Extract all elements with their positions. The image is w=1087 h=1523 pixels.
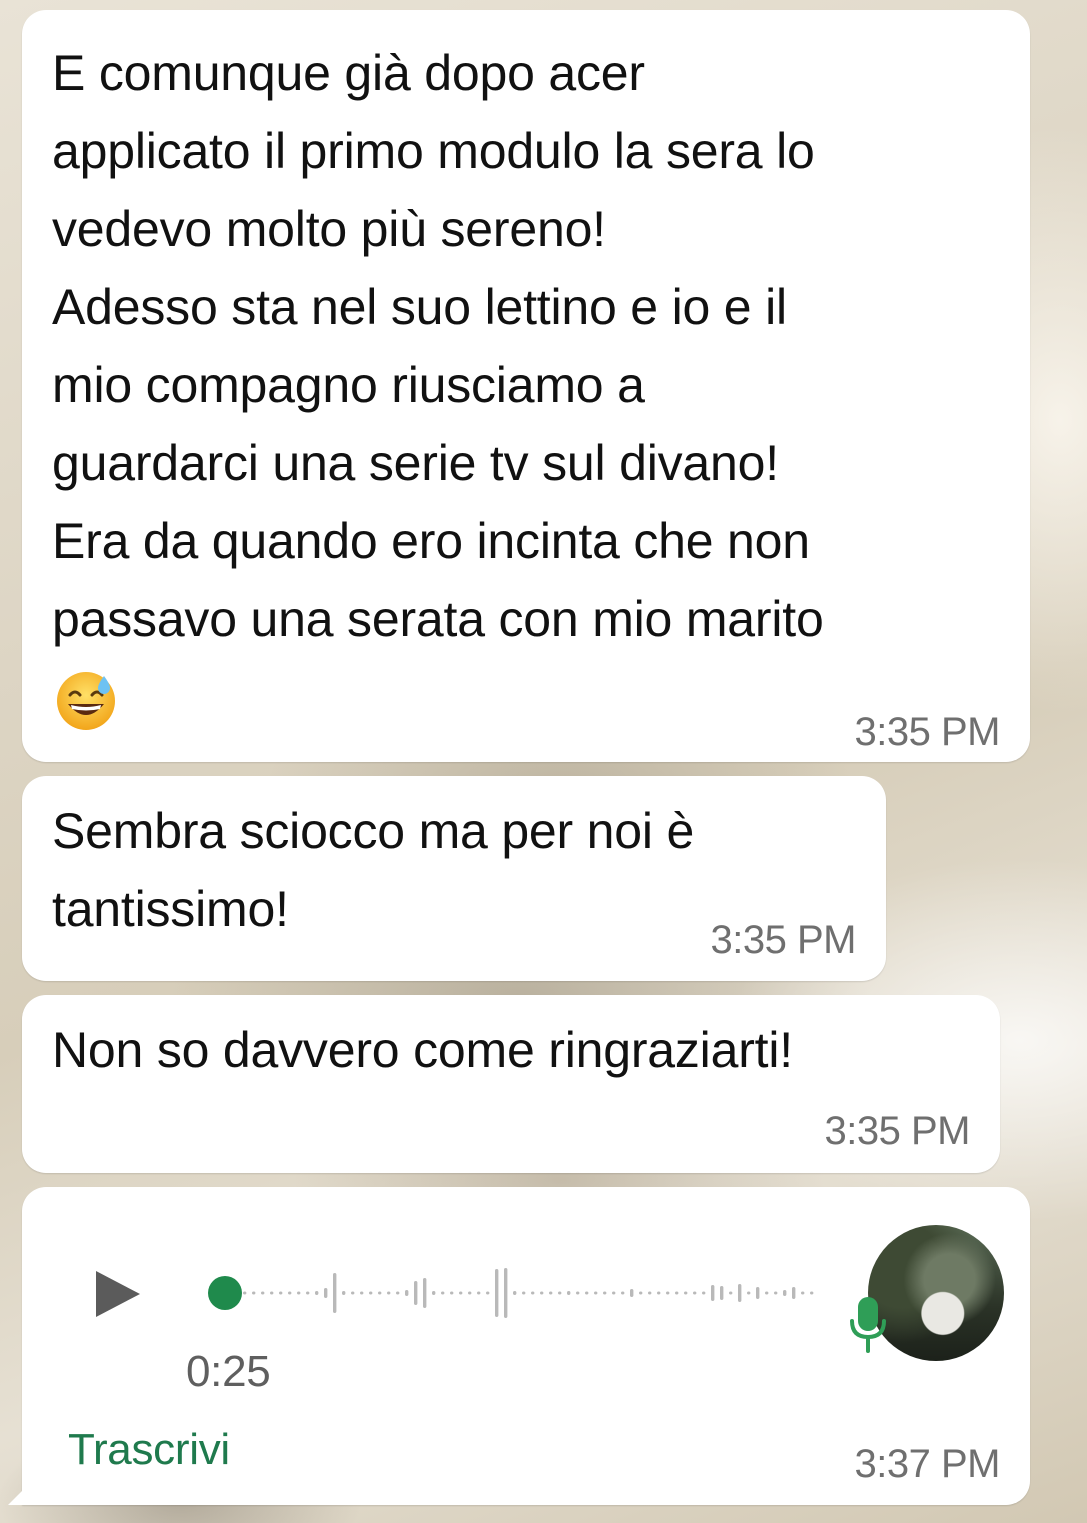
waveform-bar [720,1286,724,1300]
waveform-bar [792,1287,796,1299]
message-bubble-1[interactable]: E comunque già dopo acer applicato il pr… [22,10,1030,762]
waveform-slider[interactable] [182,1263,822,1323]
waveform-bar [243,1291,247,1295]
waveform-bar [666,1291,670,1295]
waveform-bar [702,1291,706,1295]
bubble-tail [8,1483,30,1505]
waveform-bar [513,1291,517,1295]
waveform-bar [567,1291,571,1295]
waveform-bar [774,1291,778,1295]
waveform-bar [729,1291,733,1295]
waveform-bar [684,1291,688,1295]
voice-duration: 0:25 [186,1347,271,1396]
waveform-bar [738,1284,742,1302]
waveform-bar [333,1273,337,1313]
waveform-bar [585,1291,589,1295]
waveform-bar [648,1291,652,1295]
waveform-bar [765,1291,769,1295]
waveform-bar [378,1291,382,1295]
waveform-bar [297,1291,301,1295]
avatar[interactable] [868,1225,1004,1361]
waveform-bar [630,1289,634,1297]
waveform-bar [621,1291,625,1295]
waveform-bar [477,1291,481,1295]
waveform-bar [504,1268,508,1318]
waveform-bar [657,1291,661,1295]
waveform-bar [612,1291,616,1295]
waveform-bar [270,1291,274,1295]
waveform-bar [486,1291,490,1295]
waveform-bar [369,1291,373,1295]
waveform-bar [603,1291,607,1295]
transcribe-button[interactable]: Trascrivi [68,1425,230,1475]
waveform-bar [396,1291,400,1295]
message-time: 3:37 PM [854,1442,1001,1486]
waveform-bar [342,1291,346,1295]
waveform-bar [576,1291,580,1295]
waveform-bar [432,1291,436,1295]
message-time: 3:35 PM [710,918,857,962]
waveform-bar [459,1291,463,1295]
message-bubble-2[interactable]: Sembra sciocco ma per noi è tantissimo! … [22,776,886,981]
waveform-bar [594,1291,598,1295]
waveform-bar [522,1291,526,1295]
message-text: Non so davvero come ringraziarti! [52,1022,793,1078]
grinning-face-with-sweat-emoji [57,672,115,730]
waveform-bar [315,1291,319,1295]
waveform-bar [558,1291,562,1295]
playback-position-handle [208,1276,242,1310]
message-time: 3:35 PM [854,710,1001,754]
waveform-bar [306,1291,310,1295]
waveform-bar [801,1291,805,1295]
message-text: Sembra sciocco ma per noi è tantissimo! [52,803,695,937]
waveform-bar [252,1291,256,1295]
waveform-bar [540,1291,544,1295]
waveform-bar [441,1291,445,1295]
waveform-bar [351,1291,355,1295]
waveform-bar [675,1291,679,1295]
waveform-bar [756,1287,760,1299]
waveform-bar [423,1278,427,1308]
waveform-bar [810,1291,814,1295]
message-text: E comunque già dopo acer applicato il pr… [52,45,824,647]
waveform-bar [387,1291,391,1295]
microphone-icon [850,1297,886,1353]
waveform-bar [549,1291,553,1295]
waveform-bar [747,1291,751,1295]
waveform-bar [693,1291,697,1295]
waveform-bar [414,1281,418,1305]
waveform-bar [324,1288,328,1298]
message-bubble-3[interactable]: Non so davvero come ringraziarti! 3:35 P… [22,995,1000,1173]
waveform-bar [360,1291,364,1295]
waveform-bar [639,1291,643,1295]
waveform-bar [495,1269,499,1317]
waveform-bar [783,1290,787,1296]
waveform-bar [468,1291,472,1295]
waveform-bar [261,1291,265,1295]
waveform-bar [450,1291,454,1295]
waveform-bar [531,1291,535,1295]
play-icon[interactable] [90,1267,144,1321]
waveform-bar [405,1290,409,1296]
message-time: 3:35 PM [824,1109,971,1153]
waveform-bar [279,1291,283,1295]
waveform-bar [711,1285,715,1301]
voice-message-bubble[interactable]: 0:25 Trascrivi 3:37 PM [8,1187,1030,1505]
waveform-bar [288,1291,292,1295]
